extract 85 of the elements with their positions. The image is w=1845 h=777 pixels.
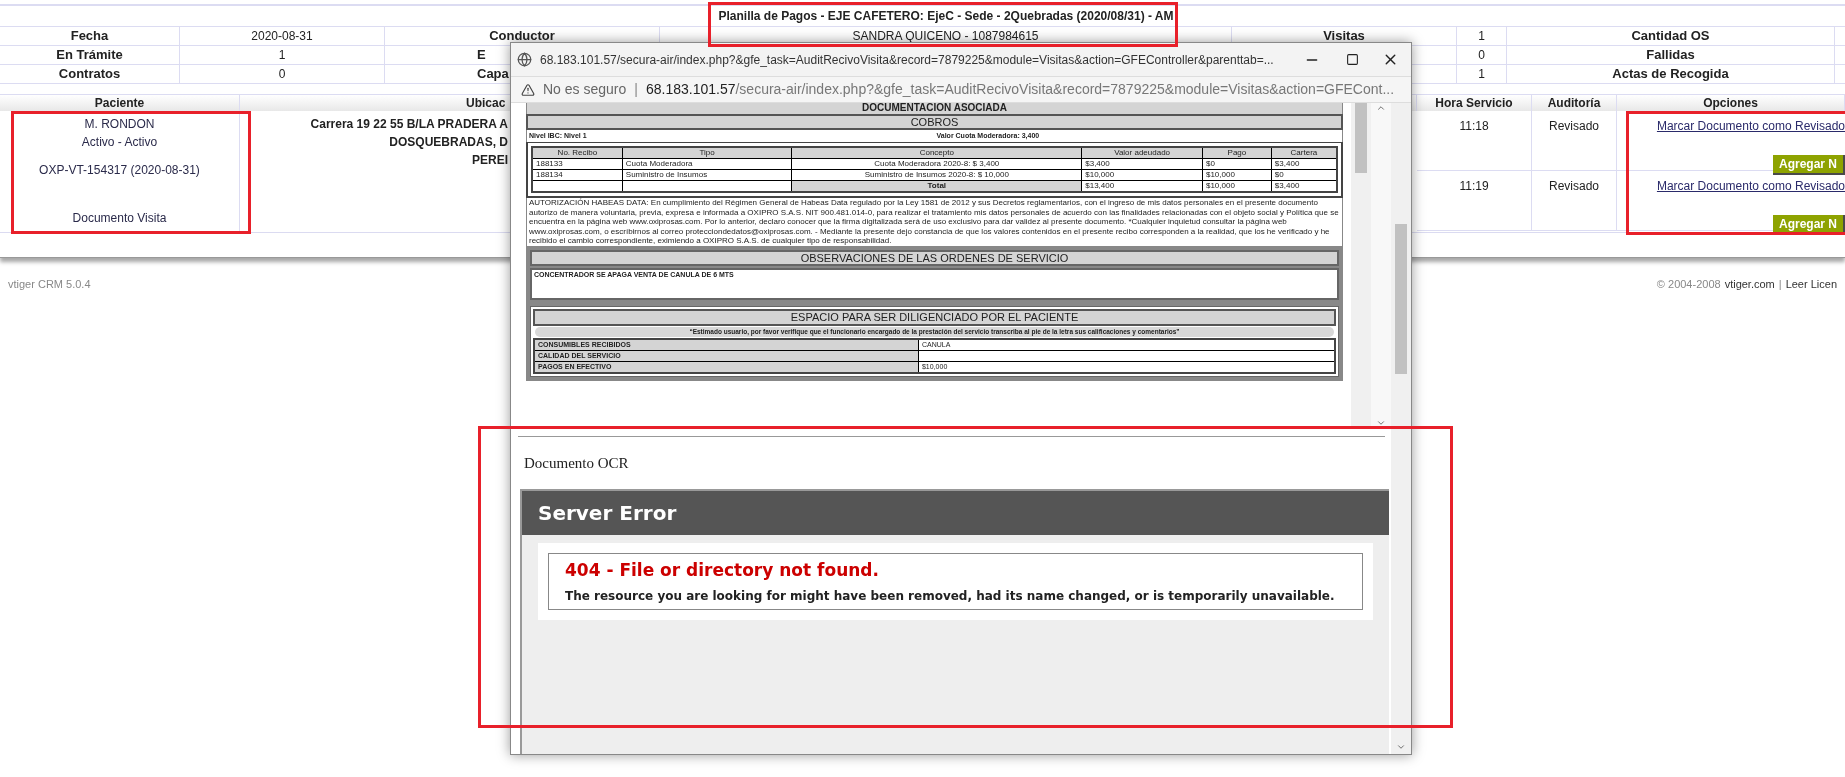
scroll-down-icon[interactable]: [1396, 742, 1406, 752]
ocr-label: Documento OCR: [524, 454, 630, 473]
audit-status: Revisado: [1549, 178, 1599, 195]
receipt-cell: 188133: [536, 159, 563, 168]
receipt-column-header: Concepto: [919, 148, 954, 157]
receipt-cell: Suministro de Insumos 2020-8: $ 10,000: [864, 170, 1009, 179]
url-text: 68.183.101.57/secura-air/index.php?&gfe_task=AuditRecivoVisita&record=7879225&module=Visitas&action=GFECont...: [645, 80, 1395, 99]
total-label: Total: [927, 181, 947, 190]
patient-name: M. RONDON: [84, 116, 155, 133]
summary-label: Visitas: [1323, 27, 1365, 45]
window-title: 68.183.101.57/secura-air/index.php?&gfe_task=AuditRecivoVisita&record=7879225&module=Visitas&action=GFEController&parenttab=...: [540, 51, 1274, 69]
footer-separator: |: [1778, 277, 1782, 292]
footer-site-link[interactable]: vtiger.com: [1724, 276, 1775, 293]
patient-status: Activo - Activo: [81, 134, 158, 151]
summary-value: 1: [278, 47, 286, 64]
summary-value: 1: [1478, 66, 1485, 83]
mark-reviewed-link[interactable]: Marcar Documento como Revisado: [1656, 117, 1845, 135]
summary-value: 1: [1478, 28, 1485, 45]
receipt-cell: Cuota Moderadora: [625, 159, 693, 168]
receipt-cell: Suministro de Insumos: [625, 170, 708, 179]
receipt-column-header: Cartera: [1290, 148, 1318, 157]
summary-label: Actas de Recogida: [1612, 65, 1729, 83]
security-label: No es seguro: [543, 80, 627, 99]
globe-icon: [517, 52, 532, 67]
receipt-column-header: Valor adeudado: [1114, 148, 1171, 157]
cobros-title: COBROS: [910, 117, 959, 127]
summary-label: Capa: [477, 65, 509, 83]
error-message: The resource you are looking for might have been removed, had its name changed, or is temporarily unavailable.: [565, 588, 1336, 605]
document-link[interactable]: Documento Visita: [72, 209, 167, 227]
receipt-cell: $3,400: [1085, 159, 1110, 168]
summary-label: Conductor: [489, 27, 555, 45]
receipt-cell: $3,400: [1274, 181, 1300, 190]
observations-title: OBSERVACIONES DE LAS ORDENES DE SERVICIO: [800, 252, 1069, 263]
receipt-column-header: Tipo: [699, 148, 715, 157]
receipt-cell: 188134: [536, 170, 563, 179]
scrollbar-thumb[interactable]: [1395, 223, 1407, 374]
summary-label: E: [477, 46, 486, 64]
summary-label: Cantidad OS: [1631, 27, 1710, 45]
footer-copyright: © 2004-2008: [1656, 277, 1721, 292]
visit-id: OXP-VT-154317 (2020-08-31): [39, 162, 200, 179]
footer-license-link[interactable]: Leer Licen: [1785, 276, 1837, 293]
habeas-data-paragraph: AUTORIZACIÓN HABEAS DATA: En cumplimiento del Régimen General de Habeas Data regulado por la Ley 1581 de 2012 y sus Decretos reglamentarios, con el ingreso de mis datos personales en el presente documento autorizo de manera voluntaria, previa, expresa e informada a OXIPRO S.A.S. NIT 900.481.014-0, para realizar el tratamiento mis datos personales de acuerdo con las finalidades relacionadas con el objeto social y Política que se encuentra en la página web www.oxiprosas.com. Por lo anterior, declaro conocer que la firma digitalizada será de uso exclusivo para dar validez al presente documento. *Cualquier inquietud consultar la página web www.oxiprosas.com, o escríbirnos al correo protecciondedatos@oxiprosas.com. - Mediante la presente dejo constancia de que los valores contenidos en el presente recibo corresponden a la realidad, que los he verificado y he recibido el cambio correspondiente, eximiendo a OXIPRO S.A.S. de cualquier tipo de responsabilidad.: [526, 198, 1343, 246]
receipt-column-header: No. Recibo: [557, 148, 598, 157]
column-header: Ubicac: [466, 95, 506, 111]
summary-label: Fallidas: [1646, 46, 1695, 64]
warning-icon: [521, 82, 535, 97]
address-line: PEREI: [472, 152, 508, 169]
address-bar[interactable]: No es seguro | 68.183.101.57/secura-air/index.php?&gfe_task=AuditRecivoVisita&record=7879225&module=Visitas&action=GFECont...: [511, 76, 1411, 103]
address-separator: |: [634, 80, 638, 99]
summary-label: En Trámite: [56, 46, 123, 64]
footer-version: vtiger CRM 5.0.4: [8, 277, 91, 292]
column-header: Opciones: [1703, 95, 1758, 111]
address-line: Carrera 19 22 55 B/LA PRADERA A: [310, 116, 508, 133]
receipt-column-header: Pago: [1227, 148, 1247, 157]
scroll-up-icon[interactable]: [1376, 103, 1386, 113]
receipt-cell: Cuota Moderadora 2020-8: $ 3,400: [874, 159, 1000, 168]
address-line: DOSQUEBRADAS, D: [389, 134, 508, 151]
server-error-title: Server Error: [538, 499, 677, 527]
audit-status: Revisado: [1549, 118, 1599, 135]
column-header: Hora Servicio: [1435, 95, 1513, 111]
column-header: Auditoría: [1547, 95, 1601, 111]
summary-label: Fecha: [70, 27, 109, 45]
scroll-down-icon[interactable]: [1376, 418, 1386, 428]
receipt-cell: $3,400: [1274, 159, 1300, 168]
receipt-cell: $0: [1205, 159, 1215, 168]
patient-section-title: ESPACIO PARA SER DILIGENCIADO POR EL PACIENTE: [790, 312, 1079, 322]
receipt-cell: $10,000: [1085, 170, 1115, 179]
summary-value: SANDRA QUICENO - 1087984615: [852, 28, 1039, 45]
receipt-cell: $13,400: [1085, 181, 1115, 190]
column-header: Paciente: [94, 95, 145, 111]
service-time: 11:18: [1459, 118, 1489, 135]
summary-value: 2020-08-31: [251, 28, 313, 45]
summary-value: 0: [1478, 47, 1485, 64]
service-time: 11:19: [1459, 178, 1489, 195]
summary-label: Contratos: [58, 65, 121, 83]
receipt-cell: $10,000: [1205, 170, 1235, 179]
maximize-icon[interactable]: [1346, 53, 1359, 66]
scrollbar-thumb[interactable]: [1355, 103, 1367, 173]
payroll-title: Planilla de Pagos - EJE CAFETERO: EjeC - Sede - 2Quebradas (2020/08/31) - AM: [718, 8, 1174, 25]
receipt-cell: $0: [1274, 170, 1284, 179]
error-heading: 404 - File or directory not found.: [565, 558, 880, 582]
section-title: DOCUMENTACION ASOCIADA: [862, 103, 1007, 113]
mark-reviewed-link[interactable]: Marcar Documento como Revisado: [1656, 177, 1845, 195]
receipt-cell: $10,000: [1205, 181, 1235, 190]
summary-value: 0: [278, 66, 286, 83]
